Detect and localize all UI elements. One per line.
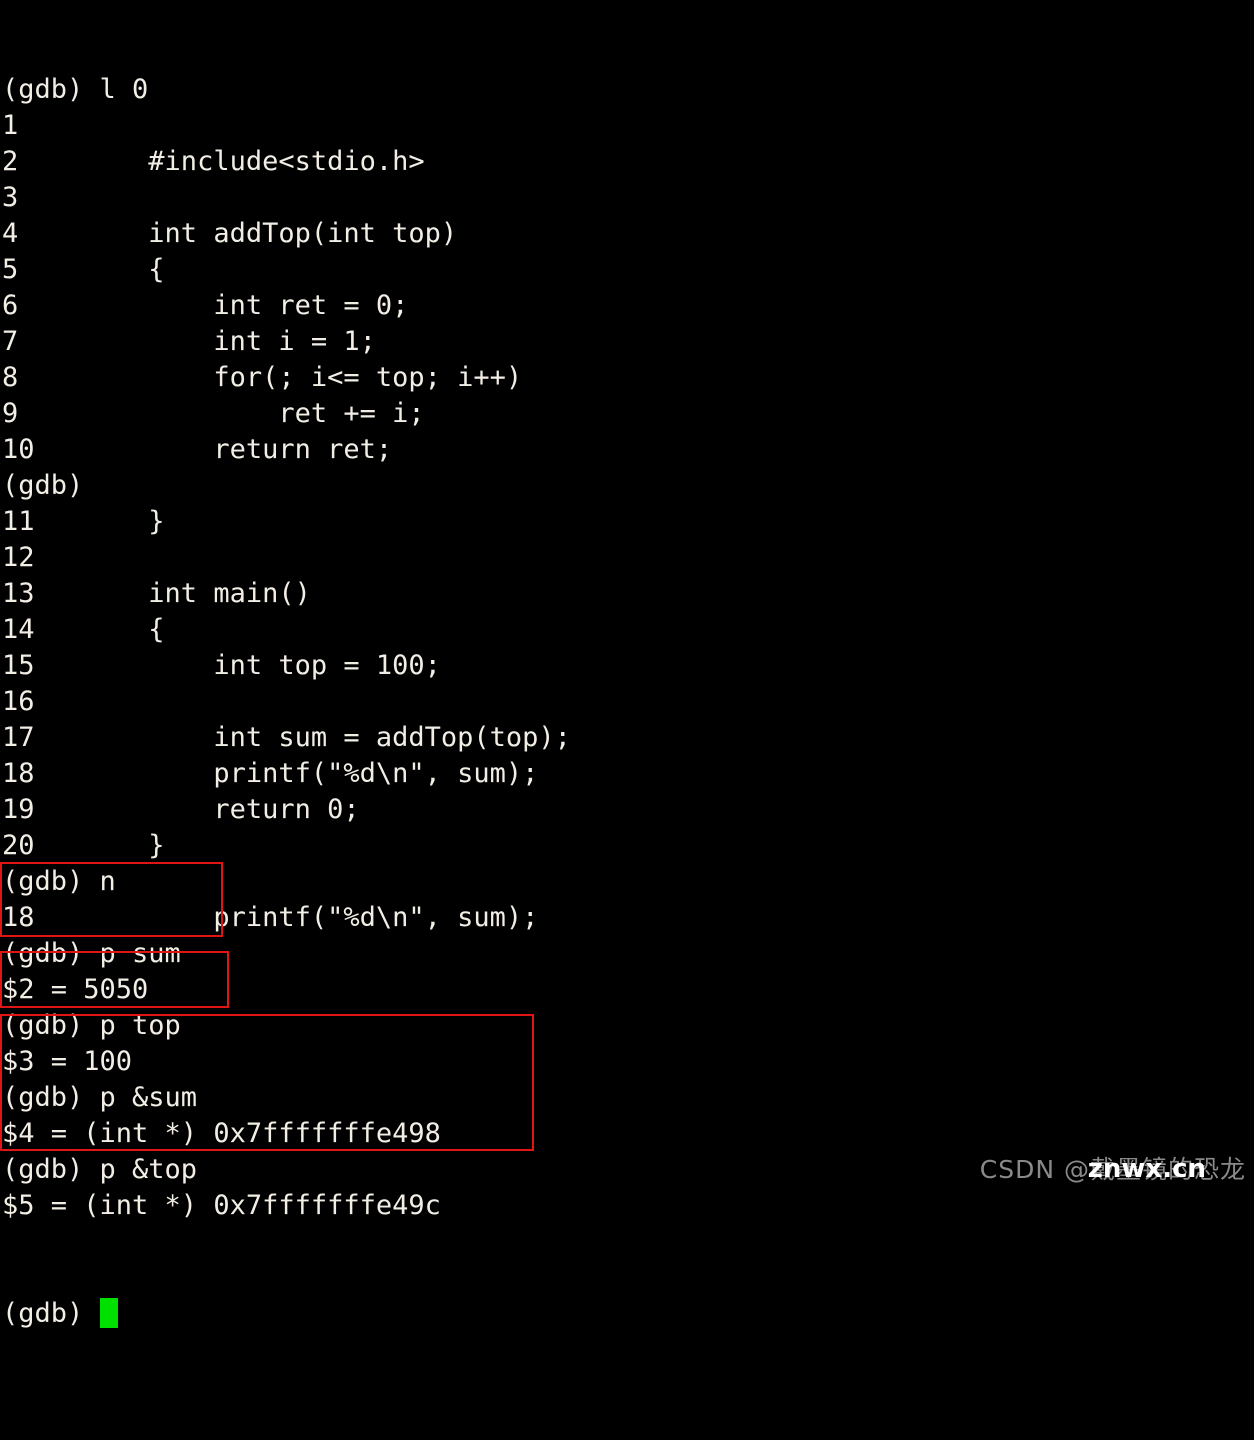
terminal-line-src-8: 8 for(; i<= top; i++) <box>2 362 523 393</box>
terminal-line-val-5: $5 = (int *) 0x7fffffffe49c <box>2 1190 441 1221</box>
watermark-overlay-text: znwx.cn <box>1087 1154 1206 1184</box>
terminal-line-src-17: 17 int sum = addTop(top); <box>2 722 571 753</box>
terminal-line-cmd-list: (gdb) l 0 <box>2 74 149 105</box>
terminal-line-prompt-empty: (gdb) <box>2 470 84 501</box>
terminal-line-src-12: 12 <box>2 542 35 573</box>
terminal-line-src-19: 19 return 0; <box>2 794 360 825</box>
terminal-line-src-1: 1 <box>2 110 19 141</box>
terminal-line-src-3: 3 <box>2 182 19 213</box>
terminal-line-src-14: 14 { <box>2 614 165 645</box>
terminal-line-val-3: $3 = 100 <box>2 1046 133 1077</box>
terminal-line-src-13: 13 int main() <box>2 578 311 609</box>
prompt-label: (gdb) <box>2 1298 100 1329</box>
text-cursor <box>99 1298 118 1328</box>
terminal-line-val-2: $2 = 5050 <box>2 974 149 1005</box>
terminal-line-src-2: 2 #include<stdio.h> <box>2 146 425 177</box>
terminal-line-src-7: 7 int i = 1; <box>2 326 376 357</box>
terminal-line-src-16: 16 <box>2 686 35 717</box>
terminal-line-src-11: 11 } <box>2 506 165 537</box>
terminal-line-cmd-p-sum: (gdb) p sum <box>2 938 181 969</box>
terminal-line-src-20: 20 } <box>2 830 165 861</box>
terminal-line-src-5: 5 { <box>2 254 165 285</box>
terminal-line-cmd-p-top: (gdb) p top <box>2 1010 181 1041</box>
terminal-line-src-9: 9 ret += i; <box>2 398 425 429</box>
terminal-prompt-line[interactable]: (gdb) <box>0 1296 1254 1332</box>
terminal-line-src-4: 4 int addTop(int top) <box>2 218 458 249</box>
terminal-line-src-18: 18 printf("%d\n", sum); <box>2 758 539 789</box>
terminal-line-src-15: 15 int top = 100; <box>2 650 441 681</box>
terminal-line-cmd-next: (gdb) n <box>2 866 116 897</box>
terminal-line-val-4: $4 = (int *) 0x7fffffffe498 <box>2 1118 441 1149</box>
terminal-line-src-10: 10 return ret; <box>2 434 393 465</box>
gdb-terminal[interactable]: (gdb) l 0 1 2 #include<stdio.h> 3 4 int addT… <box>0 0 1254 1329</box>
terminal-line-cmd-p-addr-sum: (gdb) p &sum <box>2 1082 198 1113</box>
terminal-line-src-6: 6 int ret = 0; <box>2 290 409 321</box>
terminal-output: (gdb) l 0 1 2 #include<stdio.h> 3 4 int addT… <box>0 72 1254 1224</box>
terminal-line-stop-line-18: 18 printf("%d\n", sum); <box>2 902 539 933</box>
